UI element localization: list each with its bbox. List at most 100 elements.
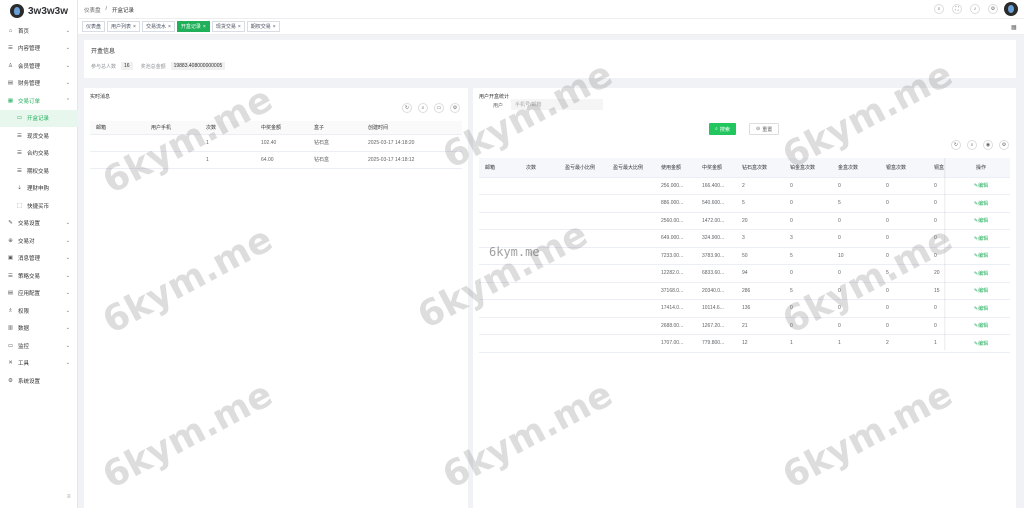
table-row[interactable]: 2688.00... 1267.20... 21 0 0 0 0 ✎编辑 [479,317,1010,335]
table-row[interactable]: 37168.0... 20340.0... 286 5 0 0 15 ✎编辑 [479,282,1010,300]
sidebar-item[interactable]: ⌂ 首页 ⌄ [0,22,78,40]
settings-icon[interactable]: ⚙ [450,103,460,113]
collapse-menu-icon[interactable]: ≡ [67,494,71,500]
table-cell: 0 [880,317,928,335]
table-row[interactable]: 7233.00... 3783.90... 50 5 10 0 0 ✎编辑 [479,247,1010,265]
table-cell: 0 [880,229,928,248]
table-row[interactable]: 1707.00... 779.800... 12 1 1 2 1 ✎编辑 [479,334,1010,353]
eye-icon[interactable]: ◉ [983,140,993,150]
tab[interactable]: 现货交易 × [211,21,245,32]
sidebar-item[interactable]: ▤ 应用配置 ⌄ [0,285,78,303]
table-cell: 37168.0... [655,282,696,300]
columns-icon[interactable]: ▭ [434,103,444,113]
settings-icon[interactable]: ⚙ [999,140,1009,150]
search-button[interactable]: ⌕ 搜索 [709,123,736,135]
table-row[interactable]: 2560.00... 1472.00... 20 0 0 0 0 ✎编辑 [479,212,1010,230]
edit-button[interactable]: ✎编辑 [974,201,988,207]
refresh-icon[interactable]: ↻ [402,103,412,113]
table-cell: 20 [736,212,784,230]
table-row[interactable]: 649.000... 324.900... 3 3 0 0 0 ✎编辑 [479,229,1010,248]
sidebar-item[interactable]: ✕ 工具 ⌄ [0,355,78,373]
user-filter-input[interactable]: 手机号/邮箱 [511,99,603,110]
edit-button[interactable]: ✎编辑 [974,306,988,312]
sidebar-item[interactable]: ▥ 数据 ⌄ [0,320,78,338]
column-header: 盒子 [308,121,362,135]
table-cell: 1 [832,334,880,353]
sidebar-item[interactable]: ☰ 期权交易 [0,162,78,180]
tab[interactable]: 开盒记录 × [176,21,210,32]
table-row[interactable]: 1 102.40 钻石盒 2025-03-17 14:18:20 [90,134,462,152]
tab[interactable]: 期权交易 × [246,21,280,32]
sidebar-item[interactable]: ♗ 权限 ⌄ [0,302,78,320]
edit-button[interactable]: ✎编辑 [974,288,988,294]
tabs-menu-icon[interactable]: ▦ [1011,24,1018,31]
close-icon[interactable]: × [273,24,276,30]
sidebar-item[interactable]: ☰ 合约交易 [0,145,78,163]
table-cell [559,212,607,230]
table-row[interactable]: 1 64.00 钻石盒 2025-03-17 14:18:12 [90,151,462,170]
user-avatar[interactable] [1004,2,1018,16]
table-cell: 0 [880,194,928,213]
action-cell: ✎编辑 [946,212,1010,230]
fullscreen-icon[interactable]: ⛶ [952,4,962,14]
sidebar-item[interactable]: ▦ 交易订单 ⌃ [0,92,78,110]
edit-button[interactable]: ✎编辑 [974,236,988,242]
sidebar-item[interactable]: ⬚ 快捷买币 [0,197,78,215]
header-actions: ⌕ ⛶ ♪ ⚙ [934,4,998,14]
sidebar-item[interactable]: ⚙ 系统设置 [0,372,78,390]
sidebar-item[interactable]: ♙ 会员管理 ⌄ [0,57,78,75]
sidebar-item[interactable]: ✎ 交易设置 ⌄ [0,215,78,233]
sidebar-item[interactable]: ▭ 开盒记录 [0,109,78,127]
sidebar-item[interactable]: ▣ 消息管理 ⌄ [0,250,78,268]
table-row[interactable]: 886.000... 540.600... 5 0 5 0 0 ✎编辑 [479,194,1010,213]
refresh-icon[interactable]: ↻ [951,140,961,150]
sidebar-item[interactable]: ☰ 策略交易 ⌄ [0,267,78,285]
sidebar-item-label: 理财申购 [27,186,50,193]
tab-label: 期权交易 [250,24,271,30]
table-cell: 5 [880,264,928,283]
search-icon[interactable]: ⌕ [418,103,428,113]
table-cell [90,151,145,170]
tab[interactable]: 仪表盘 [82,21,106,32]
close-icon[interactable]: × [168,24,171,30]
search-icon[interactable]: ⌕ [967,140,977,150]
table-cell: 0 [784,317,832,335]
table-cell [520,229,559,248]
reset-button[interactable]: ⊝ 重置 [749,123,780,135]
table-cell [607,194,655,213]
close-icon[interactable]: × [133,24,136,30]
table-row[interactable]: 256.000... 166.400... 2 0 0 0 0 ✎编辑 [479,177,1010,195]
close-icon[interactable]: × [238,24,241,30]
tab[interactable]: 交易流水 × [141,21,175,32]
edit-label: 编辑 [978,218,989,225]
app-logo[interactable]: 3w3w3w [10,3,68,19]
search-icon[interactable]: ⌕ [934,4,944,14]
edit-button[interactable]: ✎编辑 [974,323,988,329]
edit-button[interactable]: ✎编辑 [974,183,988,189]
close-icon[interactable]: × [203,24,206,30]
tab[interactable]: 用户列表 × [107,21,140,32]
table-row[interactable]: 17414.0... 10114.6... 136 0 0 0 0 ✎编辑 [479,299,1010,318]
sidebar-item-label: 现货交易 [27,133,50,140]
bell-icon[interactable]: ♪ [970,4,980,14]
column-header: 盈亏最小比例 [559,158,607,178]
table-cell: 6833.60... [696,264,736,283]
edit-button[interactable]: ✎编辑 [974,271,988,277]
sidebar-item[interactable]: ▭ 监控 ⌄ [0,337,78,355]
table-cell [479,299,520,318]
sidebar-item[interactable]: ▤ 财务管理 ⌄ [0,75,78,93]
edit-button[interactable]: ✎编辑 [974,341,988,347]
edit-button[interactable]: ✎编辑 [974,218,988,224]
sidebar-item-label: 开盒记录 [27,116,50,123]
chevron-icon: ⌄ [65,80,70,87]
sidebar-item[interactable]: ☰ 现货交易 [0,127,78,145]
breadcrumb-home[interactable]: 仪表盘 [84,6,101,14]
sidebar-item[interactable]: ⊕ 交易对 ⌄ [0,232,78,250]
table-cell [479,212,520,230]
table-row[interactable]: 12282.0... 6833.60... 94 0 0 5 20 ✎编辑 [479,264,1010,283]
settings-gear-icon[interactable]: ⚙ [988,4,998,14]
sidebar-item[interactable]: ⇣ 理财申购 [0,180,78,198]
edit-button[interactable]: ✎编辑 [974,253,988,259]
sidebar-item[interactable]: ☰ 内容管理 ⌄ [0,40,78,58]
box-icon: ▭ [16,115,23,122]
